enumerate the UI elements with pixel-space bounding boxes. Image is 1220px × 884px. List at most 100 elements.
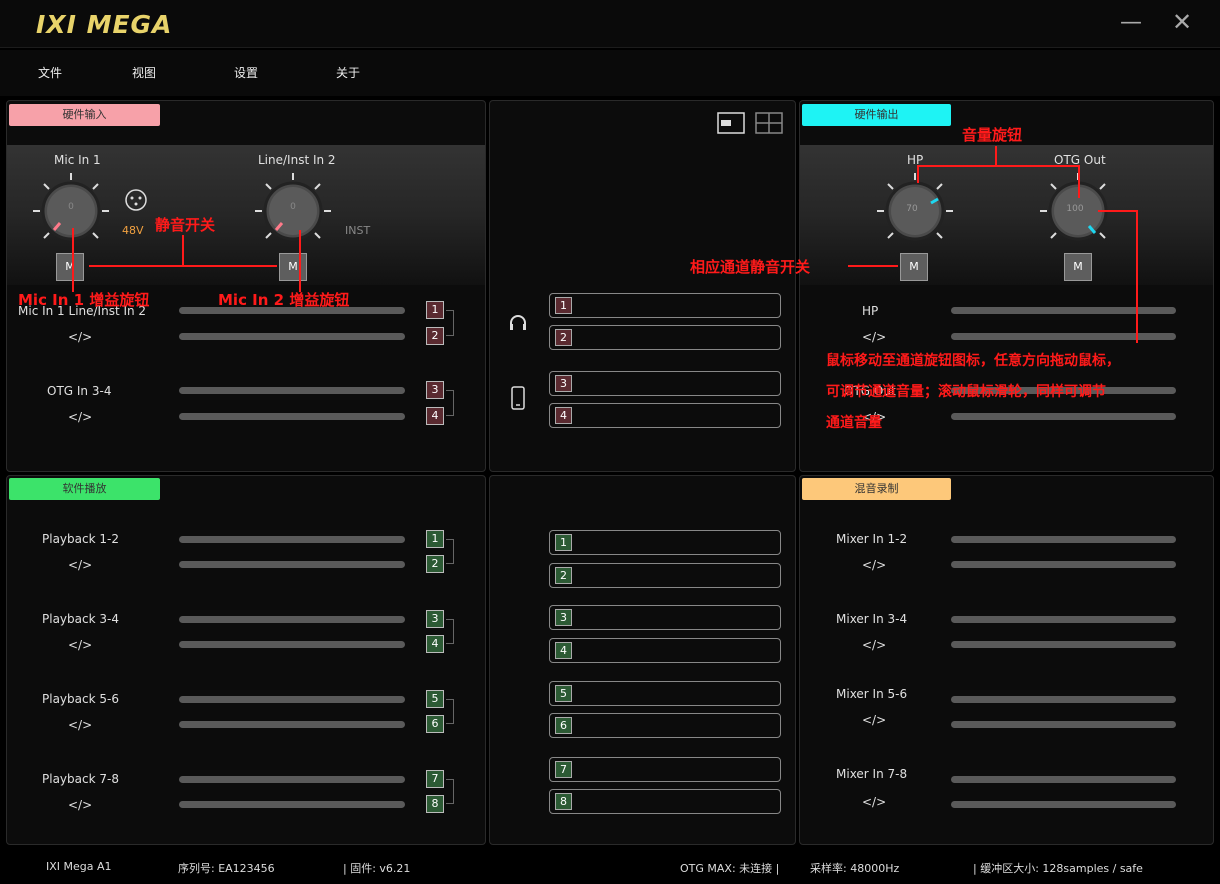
menu-settings[interactable]: 设置 <box>234 64 258 81</box>
channel-code-button[interactable]: </> <box>862 638 886 652</box>
sample-rate: 采样率: 48000Hz <box>810 862 900 875</box>
route-slot[interactable]: 7 <box>549 757 781 782</box>
channel-label: Mixer In 3-4 <box>836 612 908 626</box>
annotation-mic1-gain: Mic In 1 增益旋钮 <box>18 291 150 309</box>
annotation-line <box>995 146 997 166</box>
phantom-48v-toggle[interactable]: 48V <box>122 224 144 237</box>
route-number: 6 <box>555 717 572 734</box>
channel-number-box: 2 <box>426 327 444 345</box>
channel-number-box: 8 <box>426 795 444 813</box>
buffer-size: | 缓冲区大小: 128samples / safe <box>973 862 1143 875</box>
route-slot[interactable]: 1 <box>549 293 781 318</box>
annotation-line <box>917 165 1080 167</box>
otg-out-mute-button[interactable]: M <box>1064 253 1092 281</box>
level-meter <box>179 696 405 703</box>
channel-number-box: 7 <box>426 770 444 788</box>
menu-about[interactable]: 关于 <box>336 64 360 81</box>
channel-code-button[interactable]: </> <box>68 638 92 652</box>
route-slot[interactable]: 3 <box>549 605 781 630</box>
channel-number-box: 1 <box>426 301 444 319</box>
channel-label: Playback 5-6 <box>42 692 119 706</box>
route-slot[interactable]: 8 <box>549 789 781 814</box>
channel-code-button[interactable]: </> <box>862 713 886 727</box>
annotation-channel-mute: 相应通道静音开关 <box>690 258 811 276</box>
route-slot[interactable]: 3 <box>549 371 781 396</box>
channel-code-button[interactable]: </> <box>68 330 92 344</box>
hardware-input-tag: 硬件输入 <box>9 104 160 126</box>
channel-number-box: 3 <box>426 381 444 399</box>
annotation-mute-switch: 静音开关 <box>155 216 216 234</box>
channel-number-box: 4 <box>426 407 444 425</box>
channel-code-button[interactable]: </> <box>862 558 886 572</box>
route-slot[interactable]: 1 <box>549 530 781 555</box>
route-slot[interactable]: 6 <box>549 713 781 738</box>
route-slot[interactable]: 2 <box>549 563 781 588</box>
channel-code-button[interactable]: </> <box>68 718 92 732</box>
route-slot[interactable]: 5 <box>549 681 781 706</box>
serial-number: 序列号: EA123456 <box>178 862 275 875</box>
title-bar <box>0 0 1220 48</box>
route-number: 1 <box>555 534 572 551</box>
stereo-link-bracket <box>446 390 454 416</box>
hardware-output-tag: 硬件输出 <box>802 104 951 126</box>
route-slot[interactable]: 4 <box>549 638 781 663</box>
xlr-icon <box>125 189 147 211</box>
channel-label: Mixer In 7-8 <box>836 767 908 781</box>
inst-toggle[interactable]: INST <box>345 224 370 237</box>
channel-number-box: 1 <box>426 530 444 548</box>
level-meter <box>951 696 1176 703</box>
channel-code-button[interactable]: </> <box>68 558 92 572</box>
channel-label: OTG In 3-4 <box>47 384 112 398</box>
line-inst-in-2-mute-button[interactable]: M <box>279 253 307 281</box>
annotation-line <box>1078 165 1080 198</box>
route-number: 7 <box>555 761 572 778</box>
route-number: 3 <box>555 375 572 392</box>
level-meter <box>179 801 405 808</box>
channel-code-button[interactable]: </> <box>862 795 886 809</box>
otg-out-knob-value: 100 <box>1066 204 1084 214</box>
close-button[interactable]: ✕ <box>1168 8 1196 36</box>
line-inst-in-2-knob-value: 0 <box>290 202 296 212</box>
channel-number-box: 3 <box>426 610 444 628</box>
route-number: 3 <box>555 609 572 626</box>
route-number: 5 <box>555 685 572 702</box>
channel-number-box: 2 <box>426 555 444 573</box>
hp-mute-button[interactable]: M <box>900 253 928 281</box>
channel-code-button[interactable]: </> <box>68 798 92 812</box>
stereo-link-bracket <box>446 310 454 336</box>
annotation-volume-knob: 音量旋钮 <box>962 126 1023 144</box>
channel-code-button[interactable]: </> <box>862 330 886 344</box>
menu-bar <box>0 50 1220 96</box>
hp-knob-value: 70 <box>906 204 918 214</box>
channel-number-box: 4 <box>426 635 444 653</box>
level-meter <box>951 536 1176 543</box>
channel-number-box: 5 <box>426 690 444 708</box>
annotation-knob-hint-3: 通道音量 <box>826 415 882 431</box>
route-slot[interactable]: 4 <box>549 403 781 428</box>
mic-in-1-mute-button[interactable]: M <box>56 253 84 281</box>
channel-code-button[interactable]: </> <box>68 410 92 424</box>
channel-label: Playback 7-8 <box>42 772 119 786</box>
level-meter <box>179 413 405 420</box>
level-meter <box>951 721 1176 728</box>
route-slot[interactable]: 2 <box>549 325 781 350</box>
annotation-knob-hint-2: 可调节通道音量；滚动鼠标滑轮，同样可调节 <box>826 384 1106 400</box>
level-meter <box>179 387 405 394</box>
layout-grid-icon[interactable] <box>755 112 783 134</box>
otg-status: OTG MAX: 未连接 | <box>680 862 780 875</box>
channel-label: Mixer In 1-2 <box>836 532 908 546</box>
channel-label: Mixer In 5-6 <box>836 687 908 701</box>
annotation-line <box>299 230 301 292</box>
menu-file[interactable]: 文件 <box>38 64 62 81</box>
line-inst-in-2-knob-label: Line/Inst In 2 <box>258 153 336 167</box>
level-meter <box>951 641 1176 648</box>
layout-single-icon[interactable] <box>717 112 745 134</box>
mic-in-1-knob-value: 0 <box>68 202 74 212</box>
annotation-line <box>848 265 898 267</box>
minimize-button[interactable]: — <box>1118 10 1144 36</box>
level-meter <box>951 801 1176 808</box>
mix-record-tag: 混音录制 <box>802 478 951 500</box>
mic-in-1-knob-label: Mic In 1 <box>54 153 101 167</box>
annotation-line <box>182 235 184 266</box>
menu-view[interactable]: 视图 <box>132 64 156 81</box>
